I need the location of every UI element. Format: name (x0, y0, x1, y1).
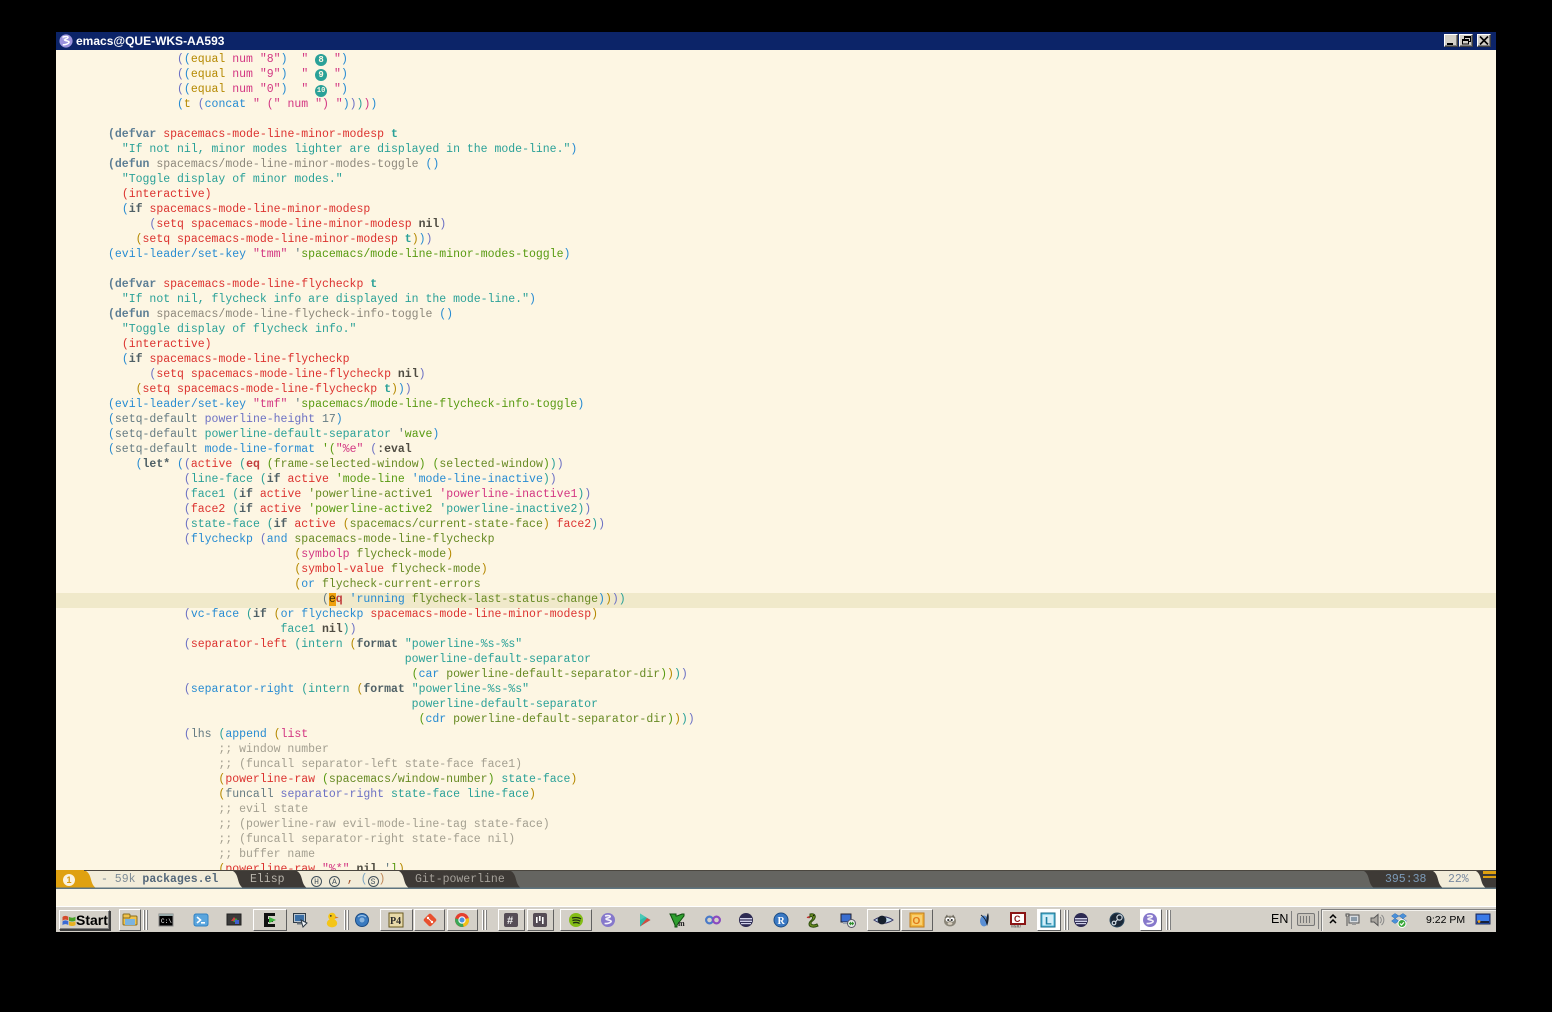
svg-text:IntelliJ: IntelliJ (1011, 925, 1021, 929)
svg-text:O: O (913, 916, 921, 927)
svg-text:L: L (1045, 916, 1052, 928)
svg-text:C:\: C:\ (161, 918, 172, 925)
svg-text:#: # (507, 915, 513, 927)
svg-text:m: m (678, 919, 685, 928)
svg-text:R: R (778, 916, 786, 927)
svg-text:P4: P4 (390, 916, 401, 927)
svg-text:C: C (1014, 914, 1021, 924)
